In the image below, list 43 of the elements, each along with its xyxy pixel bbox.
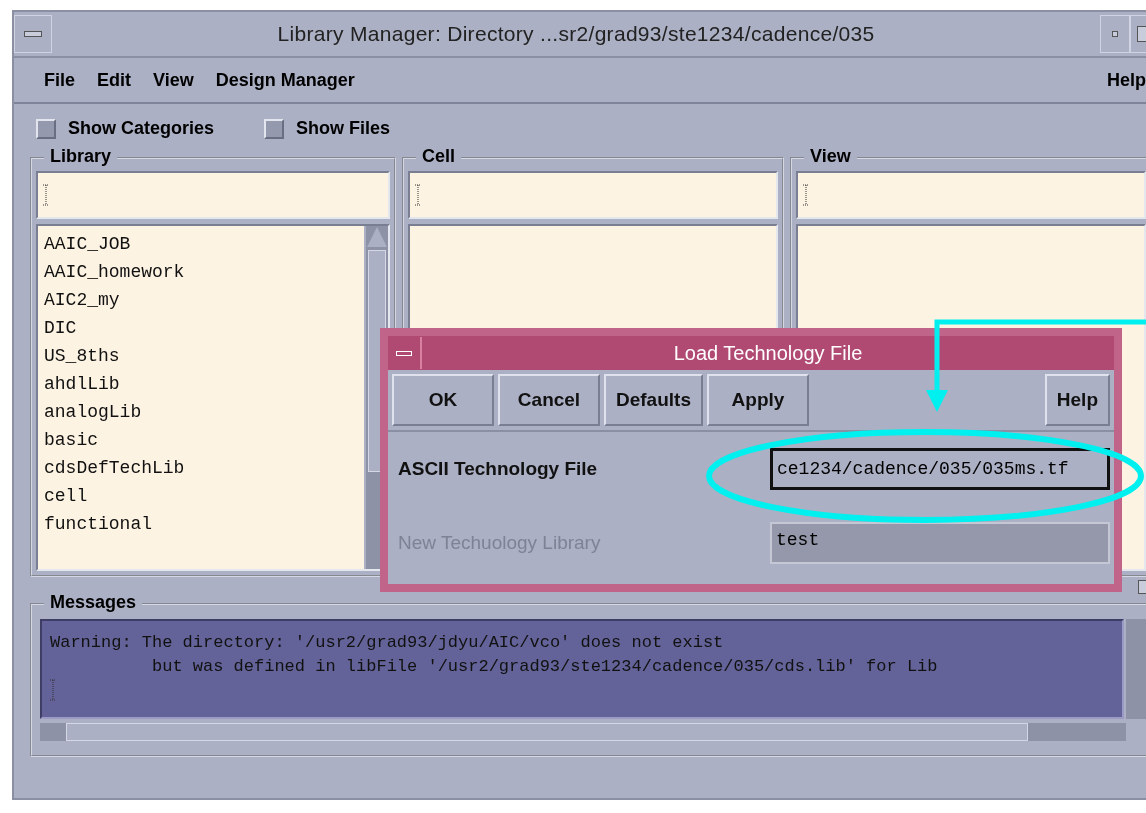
group-title: Library <box>44 146 118 167</box>
list-item[interactable]: ahdlLib <box>44 370 358 398</box>
message-line: Warning: The directory: '/usr2/grad93/jdyu/AIC/vco' does not exist <box>50 632 725 654</box>
menu-item[interactable]: Design Manager <box>215 65 355 95</box>
list-item[interactable]: cell <box>44 482 358 510</box>
list-item[interactable]: AAIC_homework <box>44 258 358 286</box>
message-line: but was defined in libFile '/usr2/grad93/ste1234/cadence/035/cds.lib' for Lib <box>151 656 939 678</box>
group-title: Messages <box>44 592 143 613</box>
list-item[interactable]: AIC2_my <box>44 286 358 314</box>
menu-item[interactable]: View <box>153 65 194 95</box>
list-item[interactable]: US_8ths <box>44 342 358 370</box>
list-item[interactable]: basic <box>44 426 358 454</box>
vertical-scrollbar[interactable] <box>1124 619 1146 719</box>
menu-item[interactable]: Edit <box>97 65 131 95</box>
help-button[interactable]: Help <box>1044 374 1110 426</box>
filter-field[interactable] <box>36 171 390 219</box>
checkbox-label: Show Categories <box>68 118 215 139</box>
list-item[interactable]: functional <box>44 510 358 538</box>
list-item[interactable]: AAIC_JOB <box>44 230 358 258</box>
text-cursor-icon <box>43 184 49 206</box>
filter-field[interactable] <box>408 171 778 219</box>
text-field[interactable]: ce1234/cadence/035/035ms.tf <box>770 448 1110 490</box>
text-cursor-icon <box>415 184 421 206</box>
dialog-button[interactable]: Defaults <box>604 374 703 426</box>
dialog-title: Load Technology File <box>672 341 864 365</box>
checkbox-label: Show Files <box>296 118 391 139</box>
dialog-button[interactable]: Apply <box>706 374 809 426</box>
list-item[interactable]: DIC <box>44 314 358 342</box>
window-title: Library Manager: Directory ...sr2/grad93/ste1234/cadence/035 <box>276 22 876 46</box>
menu-item[interactable]: Help <box>1107 65 1146 95</box>
dialog-button[interactable]: Cancel <box>498 374 600 426</box>
checkbox[interactable] <box>36 118 56 139</box>
window-menu-button[interactable] <box>14 15 52 53</box>
text-cursor-icon <box>50 679 56 701</box>
text-cursor-icon <box>803 184 809 206</box>
horizontal-scrollbar[interactable] <box>40 723 1126 741</box>
filter-field[interactable] <box>796 171 1146 219</box>
checkbox[interactable] <box>264 118 285 139</box>
list-item[interactable]: cdsDefTechLib <box>44 454 358 482</box>
list-item[interactable]: analogLib <box>44 398 358 426</box>
field-label: ASCII Technology File <box>398 458 599 480</box>
menu-item[interactable]: File <box>44 65 75 95</box>
dialog-button[interactable]: OK <box>392 374 494 426</box>
